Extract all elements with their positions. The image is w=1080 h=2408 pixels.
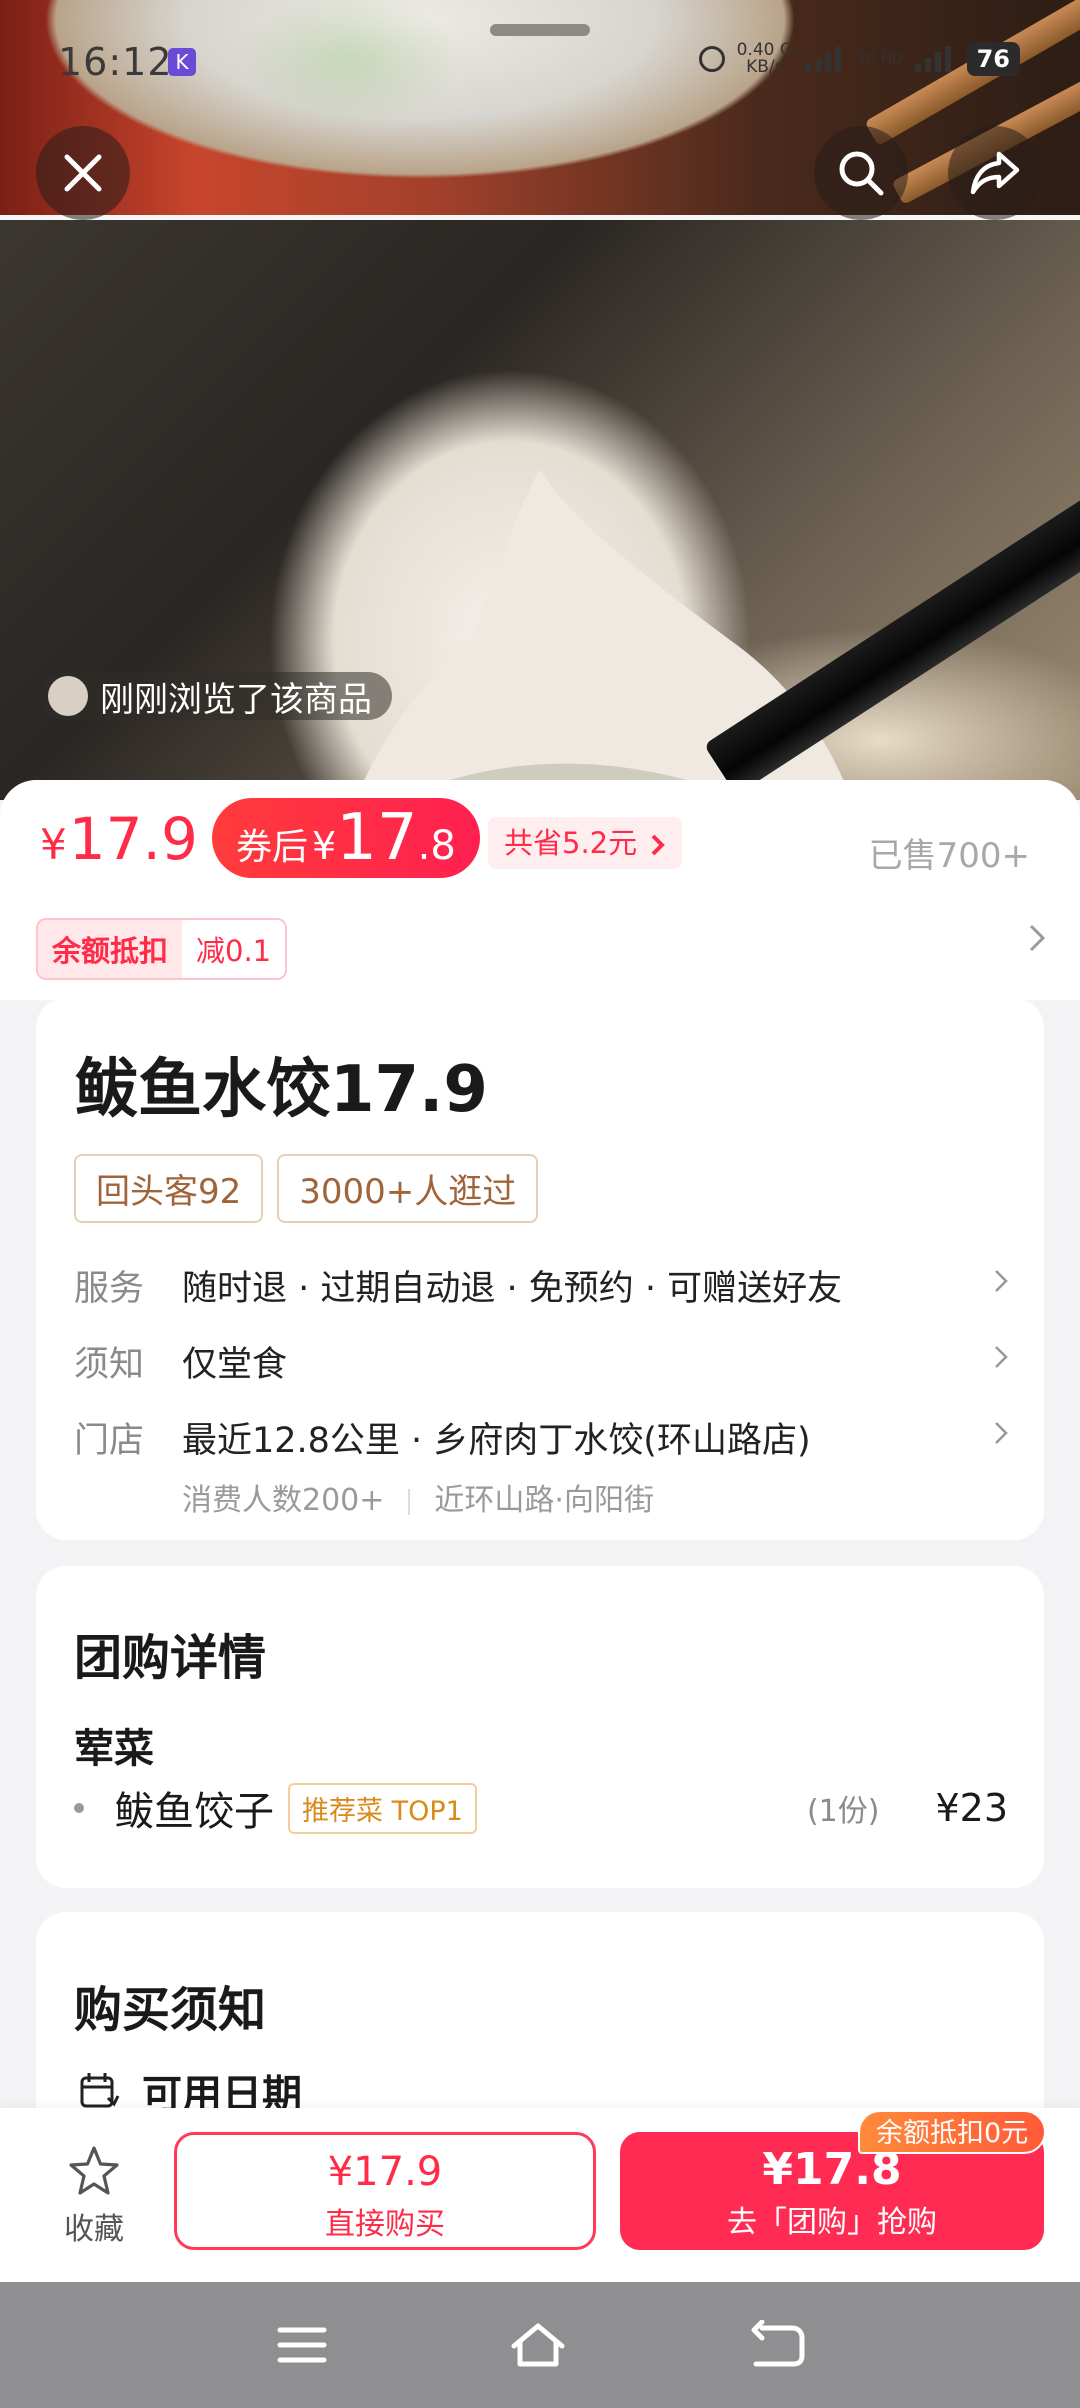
savings-button[interactable]: 共省5.2元 — [488, 817, 683, 869]
signal-icon-2 — [914, 46, 951, 72]
group-detail-title: 团购详情 — [74, 1630, 267, 1686]
store-sub: 消费人数200+ 近环山路·向阳街 — [182, 1475, 988, 1519]
balance-badge: 余额抵扣0元 — [858, 2110, 1047, 2154]
after-coupon-int: 17 — [336, 801, 418, 875]
chevron-right-icon — [995, 1422, 1008, 1444]
group-detail-card: 团购详情 荤菜 鲅鱼饺子 推荐菜 TOP1 (1份) ¥23 — [36, 1566, 1044, 1888]
product-title: 鲅鱼水饺17.9 — [74, 1053, 488, 1127]
purchase-notice-title: 购买须知 — [74, 1982, 267, 2038]
back-icon[interactable] — [748, 2320, 808, 2370]
recent-view-tip: 刚刚浏览了该商品 — [40, 672, 392, 720]
service-row[interactable]: 服务 随时退 · 过期自动退 · 免预约 · 可赠送好友 — [74, 1260, 1014, 1311]
chip-repeat-customer: 回头客92 — [74, 1154, 264, 1223]
balance-tag: 余额抵扣 — [38, 920, 183, 978]
status-right: 0.40 G KB/s 5G HD 76 — [698, 42, 1020, 76]
savings-text: 共省5.2元 — [504, 826, 638, 860]
recent-view-text: 刚刚浏览了该商品 — [100, 679, 372, 720]
list-item: 鲅鱼饺子 推荐菜 TOP1 (1份) ¥23 — [74, 1778, 1008, 1838]
store-value: 最近12.8公里 · 乡府肉丁水饺(环山路店) — [182, 1421, 811, 1461]
store-consumers: 消费人数200+ — [182, 1483, 385, 1518]
balance-deduction[interactable]: 余额抵扣 减0.1 — [36, 918, 288, 980]
recommend-tag: 推荐菜 TOP1 — [288, 1782, 477, 1834]
chevron-right-icon — [651, 834, 666, 856]
currency-symbol: ¥ — [40, 820, 67, 869]
product-info-card: 鲅鱼水饺17.9 回头客92 3000+人逛过 服务 随时退 · 过期自动退 ·… — [36, 998, 1044, 1540]
status-bar: 16:12 K 0.40 G KB/s 5G HD 76 — [0, 0, 1080, 120]
calendar-icon — [80, 2073, 120, 2108]
search-button[interactable] — [814, 126, 908, 220]
notice-row[interactable]: 须知 仅堂食 — [74, 1336, 1014, 1387]
app-badge-icon: K — [168, 48, 196, 76]
signal-icon — [805, 46, 842, 72]
chevron-right-icon — [995, 1346, 1008, 1368]
after-coupon-dec: .8 — [417, 823, 456, 869]
dish-name: 鲅鱼饺子 — [114, 1789, 274, 1835]
signal-5g-label: 5G HD — [857, 51, 903, 67]
currency-symbol: ¥ — [312, 824, 337, 868]
divider — [408, 1488, 411, 1515]
original-price: ¥ 17.9 — [40, 805, 198, 873]
dish-category: 荤菜 — [74, 1726, 154, 1772]
product-image-carousel[interactable]: 刚刚浏览了该商品 — [0, 0, 1080, 800]
service-key: 服务 — [74, 1269, 145, 1309]
net-speed: 0.40 G KB/s — [737, 42, 793, 76]
notice-value: 仅堂食 — [182, 1345, 288, 1385]
avatar — [48, 676, 88, 716]
product-page: 刚刚浏览了该商品 16:12 K 0.40 G KB/s 5G HD 76 ¥ … — [0, 0, 1080, 2408]
net-speed-unit: KB/s — [746, 57, 784, 77]
bullet — [74, 1803, 84, 1813]
share-button[interactable] — [948, 126, 1042, 220]
after-coupon-price: 券后 ¥ 17 .8 — [212, 798, 480, 878]
battery-icon: 76 — [966, 42, 1020, 76]
drag-handle[interactable] — [490, 24, 590, 36]
after-coupon-label: 券后 — [236, 827, 309, 868]
favorite-button[interactable]: 收藏 — [56, 2144, 132, 2248]
status-time: 16:12 — [58, 40, 173, 84]
store-row[interactable]: 门店 最近12.8公里 · 乡府肉丁水饺(环山路店) 消费人数200+ 近环山路·… — [74, 1412, 1014, 1519]
original-price-value: 17.9 — [68, 805, 198, 873]
store-location: 近环山路·向阳街 — [434, 1483, 654, 1518]
group-label: 去「团购」抢购 — [727, 2205, 937, 2240]
sold-count: 已售700+ — [868, 836, 1030, 876]
direct-price: ¥17.9 — [327, 2149, 443, 2195]
system-nav-bar — [0, 2282, 1080, 2408]
dish-price: ¥23 — [935, 1786, 1008, 1830]
product-chips: 回头客92 3000+人逛过 — [74, 1154, 539, 1223]
menu-icon[interactable] — [272, 2320, 332, 2370]
star-icon — [69, 2146, 119, 2195]
store-key: 门店 — [74, 1421, 145, 1461]
store-info: 最近12.8公里 · 乡府肉丁水饺(环山路店) 消费人数200+ 近环山路·向阳街 — [182, 1412, 988, 1519]
search-icon — [839, 151, 884, 196]
favorite-label: 收藏 — [64, 2212, 124, 2247]
chevron-right-icon — [995, 1270, 1008, 1292]
chip-visitors: 3000+人逛过 — [277, 1154, 539, 1223]
buy-direct-button[interactable]: ¥17.9 直接购买 — [174, 2132, 596, 2250]
service-value: 随时退 · 过期自动退 · 免预约 · 可赠送好友 — [182, 1269, 843, 1309]
share-icon — [970, 151, 1020, 195]
alarm-icon — [698, 46, 725, 72]
direct-label: 直接购买 — [325, 2207, 445, 2242]
dumpling-illustration — [355, 470, 852, 800]
chevron-right-icon[interactable] — [1026, 920, 1050, 956]
close-icon — [64, 154, 102, 192]
dish-portion: (1份) — [806, 1794, 880, 1829]
home-icon[interactable] — [508, 2320, 568, 2370]
balance-minus: 减0.1 — [182, 920, 286, 978]
close-button[interactable] — [36, 126, 130, 220]
notice-key: 须知 — [74, 1345, 145, 1385]
